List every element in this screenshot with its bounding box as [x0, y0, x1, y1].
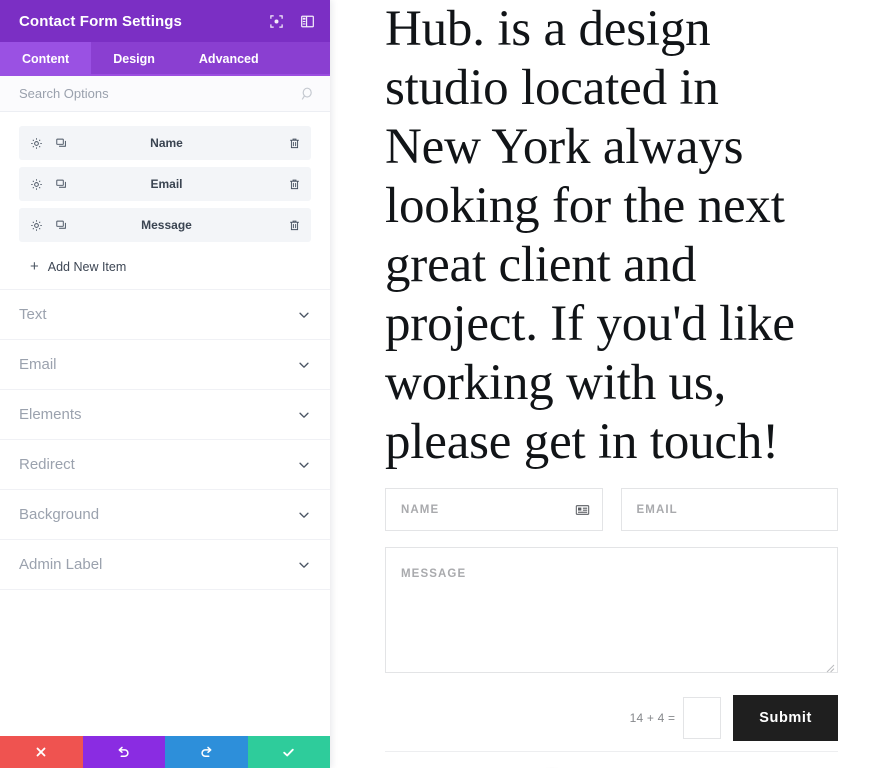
section-divider — [385, 751, 838, 752]
accordion-label: Redirect — [19, 456, 75, 473]
chevron-down-icon[interactable] — [297, 308, 311, 322]
duplicate-icon[interactable] — [54, 177, 68, 191]
row-delete — [287, 136, 301, 150]
redo-icon — [199, 745, 214, 760]
trash-icon[interactable] — [287, 177, 301, 191]
email-field-placeholder: EMAIL — [636, 503, 678, 516]
panel-action-bar — [0, 736, 330, 768]
duplicate-icon[interactable] — [54, 136, 68, 150]
chevron-down-icon[interactable] — [297, 358, 311, 372]
list-item-label: Email — [150, 177, 183, 191]
trash-icon[interactable] — [287, 136, 301, 150]
check-icon — [281, 745, 296, 760]
layout-panel-icon[interactable] — [299, 13, 316, 30]
accordion-label: Elements — [19, 406, 82, 423]
page-title: Contact Form Settings — [19, 12, 182, 30]
message-field[interactable]: MESSAGE — [385, 547, 838, 673]
close-icon — [34, 745, 48, 759]
settings-panel: Contact Form Settings Content Design Adv… — [0, 0, 330, 768]
contact-form: NAME EMAIL MESSAGE 14 + 4 = Submit — [385, 488, 838, 741]
add-new-item-button[interactable]: + Add New Item — [19, 249, 311, 286]
add-new-item-label: Add New Item — [47, 259, 127, 274]
chevron-down-icon[interactable] — [297, 408, 311, 422]
captcha-input[interactable] — [683, 697, 722, 739]
preview-content: Hub. is a design studio located in New Y… — [330, 0, 880, 768]
list-item-label: Message — [141, 218, 192, 232]
page-preview: Hub. is a design studio located in New Y… — [330, 0, 880, 768]
undo-icon — [116, 745, 131, 760]
save-button[interactable] — [247, 736, 330, 768]
contact-form-footer: 14 + 4 = Submit — [385, 695, 838, 741]
search-icon[interactable] — [300, 86, 316, 102]
name-field[interactable]: NAME — [385, 488, 603, 531]
row-action-icons — [29, 136, 68, 150]
hero-heading: Hub. is a design studio located in New Y… — [385, 1, 795, 470]
tab-content[interactable]: Content — [0, 42, 92, 76]
row-action-icons — [29, 177, 68, 191]
accordion-label: Background — [19, 506, 100, 523]
titlebar-icon-group — [268, 13, 316, 30]
accordion-section-email[interactable]: Email — [0, 340, 330, 390]
name-field-placeholder: NAME — [401, 503, 440, 516]
accordion-section-background[interactable]: Background — [0, 490, 330, 540]
tab-advanced[interactable]: Advanced — [177, 42, 281, 76]
search-options-bar[interactable]: Search Options — [0, 76, 330, 112]
tab-design[interactable]: Design — [91, 42, 177, 76]
chevron-down-icon[interactable] — [297, 558, 311, 572]
accordion-section-elements[interactable]: Elements — [0, 390, 330, 440]
chevron-down-icon[interactable] — [297, 508, 311, 522]
list-item-label: Name — [150, 136, 183, 150]
submit-button[interactable]: Submit — [733, 695, 838, 741]
panel-tabs: Content Design Advanced — [0, 42, 330, 76]
accordion-label: Email — [19, 356, 57, 373]
accordion-label: Text — [19, 306, 47, 323]
accordion-section-admin-label[interactable]: Admin Label — [0, 540, 330, 590]
settings-accordion: Text Email Elements Redirect Background … — [0, 289, 330, 590]
row-action-icons — [29, 218, 68, 232]
accordion-label: Admin Label — [19, 556, 103, 573]
cancel-button[interactable] — [0, 736, 83, 768]
email-field[interactable]: EMAIL — [620, 488, 838, 531]
form-fields-repeater: Name Email Message + Add New Item — [0, 126, 330, 286]
focus-target-icon[interactable] — [268, 13, 285, 30]
panel-scroll-body: Name Email Message + Add New Item Text E… — [0, 112, 330, 736]
table-row[interactable]: Message — [19, 208, 311, 242]
contact-card-icon[interactable] — [575, 502, 590, 517]
gear-icon[interactable] — [29, 136, 43, 150]
table-row[interactable]: Name — [19, 126, 311, 160]
redo-button[interactable] — [165, 736, 248, 768]
gear-icon[interactable] — [29, 218, 43, 232]
accordion-section-redirect[interactable]: Redirect — [0, 440, 330, 490]
panel-titlebar: Contact Form Settings — [0, 0, 330, 42]
row-delete — [287, 218, 301, 232]
search-input[interactable]: Search Options — [19, 86, 300, 101]
row-delete — [287, 177, 301, 191]
duplicate-icon[interactable] — [54, 218, 68, 232]
table-row[interactable]: Email — [19, 167, 311, 201]
trash-icon[interactable] — [287, 218, 301, 232]
contact-form-top-row: NAME EMAIL — [385, 488, 838, 531]
resize-handle-icon[interactable] — [825, 660, 835, 673]
chevron-down-icon[interactable] — [297, 458, 311, 472]
captcha-group: 14 + 4 = — [630, 697, 722, 739]
captcha-question: 14 + 4 = — [629, 711, 676, 725]
message-field-placeholder: MESSAGE — [401, 568, 467, 580]
undo-button[interactable] — [82, 736, 165, 768]
gear-icon[interactable] — [29, 177, 43, 191]
accordion-section-text[interactable]: Text — [0, 290, 330, 340]
plus-icon: + — [30, 258, 39, 275]
divi-builder-screen: Contact Form Settings Content Design Adv… — [0, 0, 880, 768]
